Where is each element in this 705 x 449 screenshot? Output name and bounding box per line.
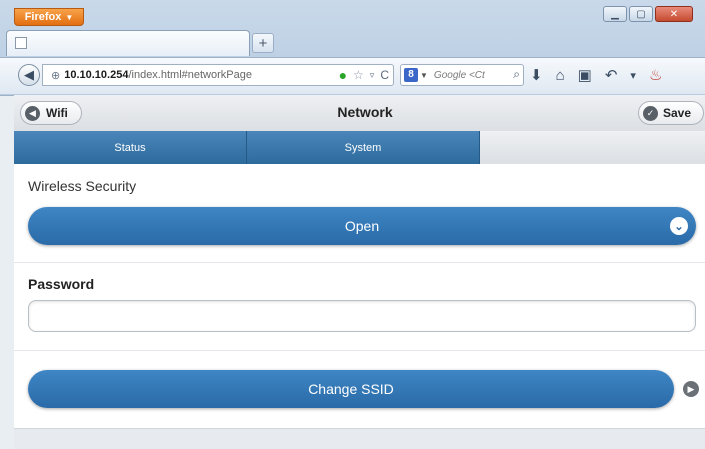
minimize-icon[interactable]: ▁ (603, 6, 627, 22)
back-arrow-icon: ◀ (24, 67, 34, 82)
check-icon: ✓ (643, 105, 658, 121)
search-bar[interactable]: 8 ▼ Google <Ct ⌕ (400, 64, 524, 86)
maximize-icon[interactable]: ▢ (629, 6, 653, 22)
change-ssid-label: Change SSID (308, 381, 394, 397)
page-footer (14, 428, 705, 449)
tab-status[interactable]: Status (14, 131, 247, 164)
url-host: 10.10.10.254 (64, 69, 129, 81)
tab-bar-filler (480, 131, 705, 164)
window-controls: ▁ ▢ ✕ (603, 6, 693, 22)
back-circle-icon: ◀ (25, 105, 40, 121)
password-label: Password (28, 276, 95, 292)
chevron-down-icon: ⌄ (670, 217, 688, 235)
reload-icon[interactable]: C (380, 68, 389, 82)
chevron-down-icon: ▼ (420, 70, 428, 80)
download-icon[interactable]: ⬇ (530, 66, 543, 84)
new-tab-button[interactable]: + (252, 33, 274, 53)
firefox-menu-button[interactable]: Firefox ▼ (14, 8, 84, 26)
tab-system[interactable]: System (247, 131, 480, 164)
password-field[interactable] (28, 300, 696, 332)
change-ssid-button[interactable]: Change SSID (28, 370, 674, 408)
go-icon[interactable]: ● (339, 67, 347, 83)
wifi-back-button[interactable]: ◀ Wifi (20, 101, 82, 125)
divider (14, 350, 705, 351)
page-title: Network (337, 104, 393, 120)
page-icon (15, 37, 27, 49)
globe-icon: ⊕ (51, 69, 61, 82)
menu-icon[interactable]: ▾ (630, 69, 636, 82)
bookmark-star-icon[interactable]: ☆ (353, 68, 364, 82)
tab-bar: Status System (14, 131, 480, 164)
search-placeholder: Google <Ct (433, 69, 485, 81)
firefox-menu-label: Firefox (24, 11, 62, 23)
wifi-back-label: Wifi (46, 106, 68, 120)
wireless-security-label: Wireless Security (28, 178, 137, 194)
chevron-right-icon[interactable]: ▶ (683, 381, 699, 397)
divider (14, 262, 705, 263)
undo-icon[interactable]: ↶ (605, 66, 618, 84)
back-button[interactable]: ◀ (18, 64, 40, 86)
close-icon[interactable]: ✕ (655, 6, 693, 22)
addon-icon[interactable]: ♨ (649, 66, 662, 84)
wireless-security-select[interactable]: Open ⌄ (28, 207, 696, 245)
toolbar-icons: ⬇ ⌂ ▣ ↶ ▾ ♨ (530, 64, 662, 86)
save-button[interactable]: ✓ Save (638, 101, 704, 125)
save-label: Save (663, 106, 692, 120)
search-engine-icon[interactable]: 8 (404, 68, 418, 82)
chevron-down-icon: ▼ (65, 12, 74, 22)
screenshot-icon[interactable]: ▣ (578, 66, 592, 84)
dropdown-icon[interactable]: ▿ (370, 70, 375, 81)
home-icon[interactable]: ⌂ (556, 67, 565, 84)
browser-tab[interactable] (6, 30, 250, 56)
url-bar[interactable]: ⊕ 10.10.10.254 /index.html#networkPage ●… (42, 64, 394, 86)
url-path: /index.html#networkPage (128, 69, 252, 81)
search-icon[interactable]: ⌕ (513, 67, 520, 82)
wireless-security-value: Open (344, 218, 380, 234)
